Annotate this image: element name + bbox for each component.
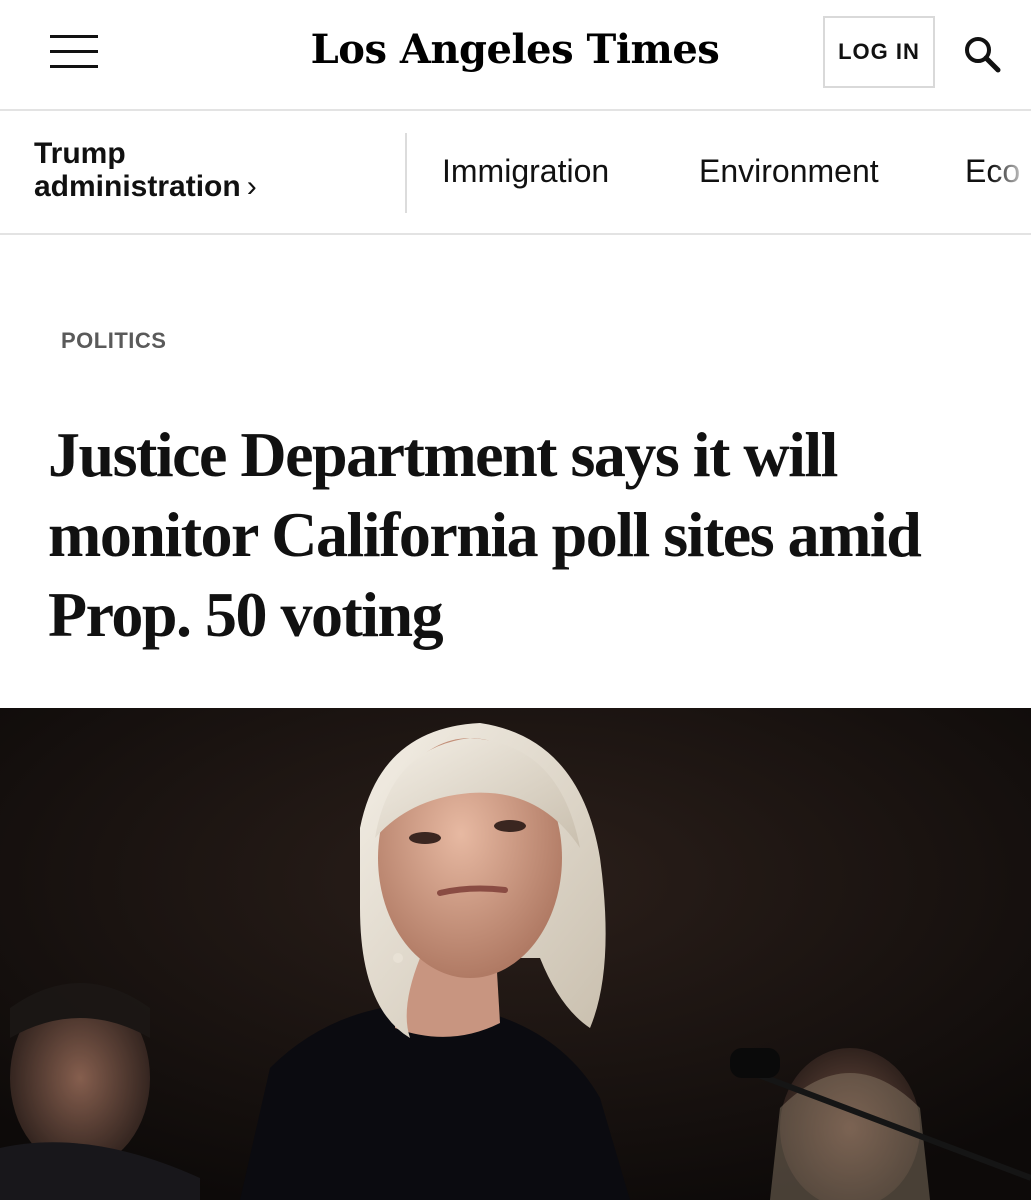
hamburger-menu-icon[interactable] <box>50 33 98 69</box>
section-link-line1: Trump <box>34 137 126 170</box>
nav-divider <box>405 133 407 213</box>
section-link-trump-administration[interactable]: Trump administration › <box>34 137 257 203</box>
site-header: Los Angeles Times LOG IN <box>0 0 1031 111</box>
nav-item-immigration[interactable]: Immigration <box>442 153 609 190</box>
nav-item-environment[interactable]: Environment <box>699 153 879 190</box>
menu-line <box>50 65 98 68</box>
chevron-right-icon: › <box>246 170 257 203</box>
section-nav: Trump administration › Immigration Enviro… <box>0 111 1031 235</box>
menu-line <box>50 35 98 38</box>
headline-line: monitor California poll sites amid <box>48 499 922 570</box>
section-kicker[interactable]: POLITICS <box>61 328 166 354</box>
search-icon[interactable] <box>962 34 1002 74</box>
menu-line <box>50 50 98 53</box>
site-logo[interactable]: Los Angeles Times <box>300 26 730 73</box>
lead-photo <box>0 708 1031 1200</box>
article-headline: Justice Department says it will monitor … <box>48 415 988 655</box>
login-button[interactable]: LOG IN <box>823 16 935 88</box>
section-link-line2: administration <box>34 170 241 203</box>
headline-line: Prop. 50 voting <box>48 579 444 650</box>
headline-line: Justice Department says it will <box>48 419 838 490</box>
nav-fade-overlay <box>991 111 1031 233</box>
